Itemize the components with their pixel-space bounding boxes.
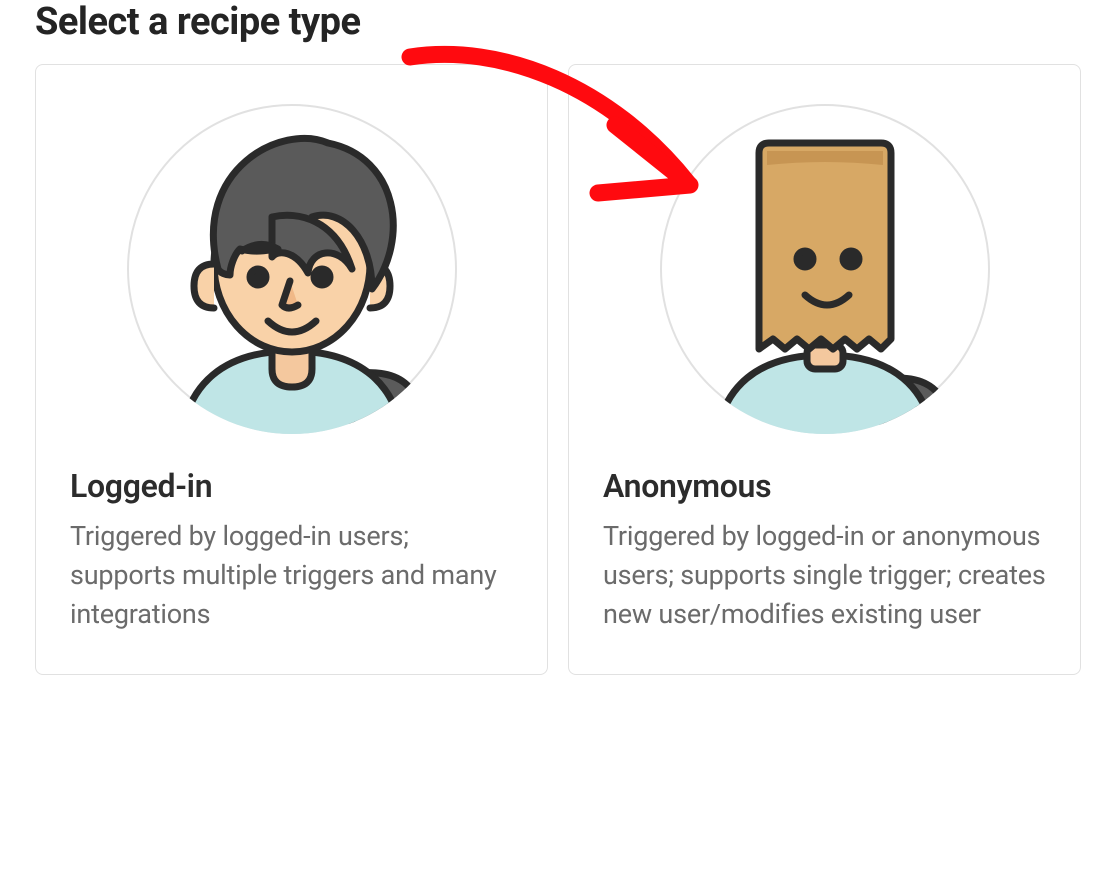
recipe-type-cards: Logged-in Triggered by logged-in users; … [35,64,1081,675]
card-title-anonymous: Anonymous [603,467,1046,505]
card-anonymous[interactable]: Anonymous Triggered by logged-in or anon… [568,64,1081,675]
paper-bag-avatar-icon [655,99,995,439]
anonymous-illustration [603,99,1046,439]
card-desc-anonymous: Triggered by logged-in or anonymous user… [603,517,1046,634]
card-logged-in[interactable]: Logged-in Triggered by logged-in users; … [35,64,548,675]
person-avatar-icon [122,99,462,439]
page-title: Select a recipe type [35,0,1081,44]
card-title-logged-in: Logged-in [70,467,513,505]
logged-in-illustration [70,99,513,439]
card-desc-logged-in: Triggered by logged-in users; supports m… [70,517,513,634]
